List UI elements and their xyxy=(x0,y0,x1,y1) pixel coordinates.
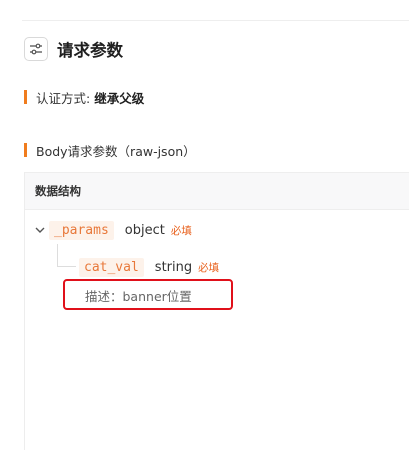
field-type: object xyxy=(124,222,165,238)
top-divider xyxy=(22,20,409,21)
chevron-down-icon[interactable] xyxy=(35,227,49,234)
accent-bar xyxy=(24,143,27,157)
section-header: 请求参数 xyxy=(24,36,123,62)
auth-label: 认证方式: xyxy=(36,90,91,106)
field-name: _params xyxy=(49,220,114,240)
auth-row: 认证方式: 继承父级 xyxy=(24,88,144,106)
body-params-label: Body请求参数（raw-json） xyxy=(36,143,196,159)
tree-connector xyxy=(57,244,76,267)
section-title: 请求参数 xyxy=(57,41,123,60)
field-row-params[interactable]: _params object 必填 xyxy=(35,219,192,241)
settings-sliders-icon xyxy=(24,37,48,61)
accent-bar xyxy=(24,90,27,104)
highlight-box xyxy=(63,279,233,310)
auth-value: 继承父级 xyxy=(94,90,145,106)
field-name: cat_val xyxy=(79,257,144,277)
schema-header: 数据结构 xyxy=(25,172,409,210)
body-params-row: Body请求参数（raw-json） xyxy=(24,141,196,159)
required-badge: 必填 xyxy=(170,224,192,237)
field-row-cat-val[interactable]: cat_val string 必填 xyxy=(79,256,219,278)
required-badge: 必填 xyxy=(198,261,220,274)
field-type: string xyxy=(154,259,193,275)
schema-panel: 数据结构 xyxy=(24,172,409,450)
